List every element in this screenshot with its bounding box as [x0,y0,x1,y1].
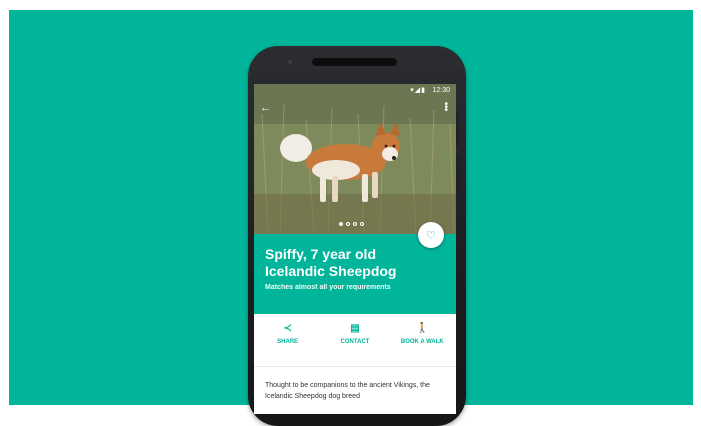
carousel-indicator [339,222,364,226]
signal-battery-icons: ▾◢▮ [410,87,426,94]
phone-screen: ▾◢▮ 12:30 ← • • • Spiffy, 7 year old Icela… [254,84,456,414]
status-time: 12:30 [432,87,450,94]
share-button[interactable]: ≺ SHARE [254,322,321,366]
status-bar: ▾◢▮ 12:30 [254,84,456,98]
contact-label: CONTACT [340,339,370,345]
message-icon: ▤ [350,323,360,334]
favorite-button[interactable]: ♡ [418,222,444,248]
section-divider [254,366,456,367]
book-walk-button[interactable]: 🚶 BOOK A WALK [389,322,456,366]
listing-subtitle: Matches almost all your requirements [265,284,391,291]
share-icon: ≺ [283,323,292,334]
dog-photo[interactable]: ▾◢▮ 12:30 ← • • • [254,84,456,234]
phone-speaker [312,58,397,66]
phone-camera [288,60,292,64]
share-label: SHARE [277,339,299,345]
contact-button[interactable]: ▤ CONTACT [321,322,388,366]
action-bar: ≺ SHARE ▤ CONTACT 🚶 BOOK A WALK [254,322,456,366]
dog-illustration [254,84,456,234]
carousel-dot[interactable] [339,222,343,226]
more-vert-icon[interactable]: • • • [444,100,448,116]
back-arrow-icon[interactable]: ← [260,102,271,114]
book-walk-label: BOOK A WALK [400,339,444,345]
carousel-dot[interactable] [346,222,350,226]
carousel-dot[interactable] [353,222,357,226]
description-text: Thought to be companions to the ancient … [265,382,430,400]
listing-title: Spiffy, 7 year old Icelandic Sheepdog [265,246,397,279]
walk-icon: 🚶 [416,323,429,334]
carousel-dot[interactable] [360,222,364,226]
heart-icon: ♡ [426,229,436,242]
